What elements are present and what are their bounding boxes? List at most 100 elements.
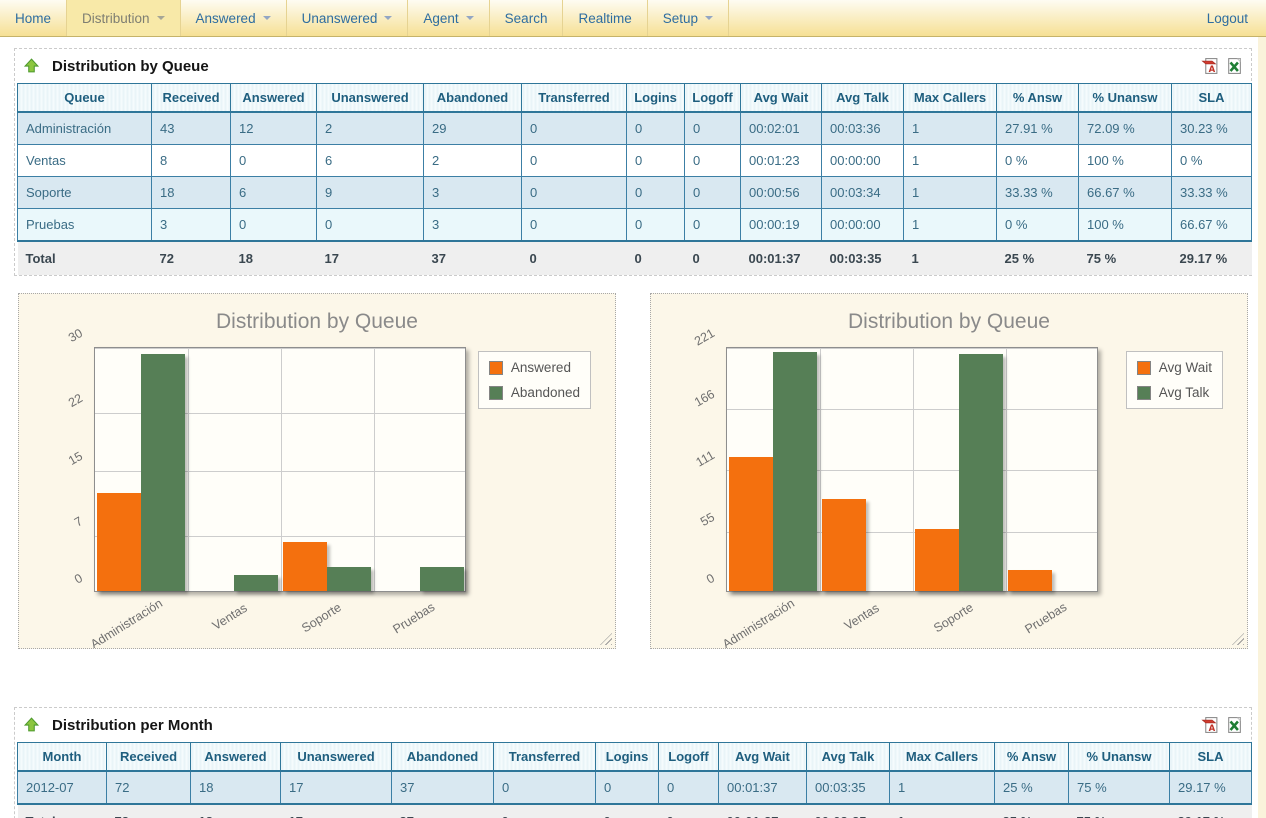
column-header: Answered [191,743,281,772]
page: Distribution by Queue A QueueReceivedAns… [0,37,1258,818]
table-row: Administración431222900000:02:0100:03:36… [18,112,1252,145]
column-header: % Answ [997,84,1079,113]
total-cell: 0 [659,804,719,818]
column-header: Month [18,743,107,772]
bar-avg-wait [822,499,866,591]
nav-item-setup[interactable]: Setup [648,0,729,36]
table-cell: 12 [231,112,317,145]
avgwait-avgtalk-chart: Distribution by Queue055111166221Adminis… [650,293,1248,649]
table-cell: 2 [424,145,522,177]
table-cell: 29.17 % [1170,771,1252,804]
column-header: SLA [1170,743,1252,772]
y-tick-label: 22 [33,391,85,429]
nav-item-label: Search [505,11,548,26]
table-cell: 00:03:36 [822,112,904,145]
nav-item-unanswered[interactable]: Unanswered [287,0,409,36]
total-cell: 18 [191,804,281,818]
resize-handle-icon[interactable] [600,633,612,645]
table-cell: 00:02:01 [741,112,822,145]
table-cell: 0 [627,209,685,242]
column-header: Avg Wait [719,743,807,772]
chart-legend: Avg Wait Avg Talk [1126,351,1223,409]
table-cell: 0 [685,112,741,145]
legend-item: Avg Talk [1137,385,1212,400]
column-header: Logins [596,743,659,772]
charts-row: Distribution by Queue07152230Administrac… [18,293,1248,649]
legend-swatch [489,386,503,400]
nav-item-home[interactable]: Home [0,0,67,36]
table-cell: 9 [317,177,424,209]
column-header: Received [152,84,231,113]
collapse-arrow-icon[interactable] [23,716,41,734]
bar-avg-wait [915,529,959,591]
month-link[interactable]: 2012-07 [18,771,107,804]
total-cell: 00:01:37 [719,804,807,818]
nav-item-label: Agent [423,11,458,26]
legend-label: Avg Talk [1159,385,1210,400]
legend-item: Avg Wait [1137,360,1212,375]
excel-export-icon[interactable] [1225,57,1243,75]
nav-item-distribution[interactable]: Distribution [67,0,181,36]
total-cell: 29.17 % [1172,241,1252,275]
table-row: Pruebas300300000:00:1900:00:0010 %100 %6… [18,209,1252,242]
column-header: Max Callers [890,743,995,772]
legend-swatch [1137,386,1151,400]
table-cell: 6 [317,145,424,177]
total-cell: 0 [522,241,627,275]
column-header: Received [107,743,191,772]
total-label: Total [18,804,107,818]
chevron-down-icon [157,16,165,20]
table-cell: 00:00:00 [822,209,904,242]
queue-link[interactable]: Pruebas [18,209,152,242]
table-cell: 0 [596,771,659,804]
queue-table: QueueReceivedAnsweredUnansweredAbandoned… [17,83,1252,275]
chevron-down-icon [466,16,474,20]
total-cell: 25 % [995,804,1069,818]
collapse-arrow-icon[interactable] [23,57,41,75]
logout-link[interactable]: Logout [1189,0,1266,36]
table-cell: 1 [904,112,997,145]
total-cell: 0 [596,804,659,818]
pdf-export-icon[interactable]: A [1201,57,1219,75]
nav-item-search[interactable]: Search [490,0,564,36]
table-cell: 00:01:37 [719,771,807,804]
total-label: Total [18,241,152,275]
x-tick-label: Ventas [210,601,250,633]
nav-item-agent[interactable]: Agent [408,0,489,36]
legend-label: Abandoned [511,385,580,400]
nav-item-label: Realtime [578,11,631,26]
table-cell: 2 [317,112,424,145]
table-cell: 3 [152,209,231,242]
table-cell: 00:00:00 [822,145,904,177]
table-cell: 8 [152,145,231,177]
table-cell: 0 % [1172,145,1252,177]
table-cell: 0 [627,145,685,177]
content: Distribution by Queue A QueueReceivedAns… [0,48,1258,818]
queue-link[interactable]: Ventas [18,145,152,177]
table-cell: 0 [627,112,685,145]
table-cell: 29 [424,112,522,145]
total-cell: 0 [685,241,741,275]
excel-export-icon[interactable] [1225,716,1243,734]
column-header: Transferred [522,84,627,113]
total-cell: 75 % [1069,804,1170,818]
table-cell: 66.67 % [1079,177,1172,209]
pdf-export-icon[interactable]: A [1201,716,1219,734]
column-header: % Unansw [1069,743,1170,772]
chart-plot [94,347,466,592]
legend-item: Answered [489,360,580,375]
table-cell: 72 [107,771,191,804]
nav-item-label: Setup [663,11,698,26]
table-cell: 100 % [1079,145,1172,177]
table-cell: 17 [281,771,392,804]
queue-link[interactable]: Administración [18,112,152,145]
table-cell: 6 [231,177,317,209]
table-cell: 75 % [1069,771,1170,804]
queue-link[interactable]: Soporte [18,177,152,209]
nav-item-realtime[interactable]: Realtime [563,0,647,36]
nav-item-answered[interactable]: Answered [181,0,287,36]
table-cell: 0 [494,771,596,804]
table-cell: 1 [904,177,997,209]
resize-handle-icon[interactable] [1232,633,1244,645]
table-cell: 0 [627,177,685,209]
